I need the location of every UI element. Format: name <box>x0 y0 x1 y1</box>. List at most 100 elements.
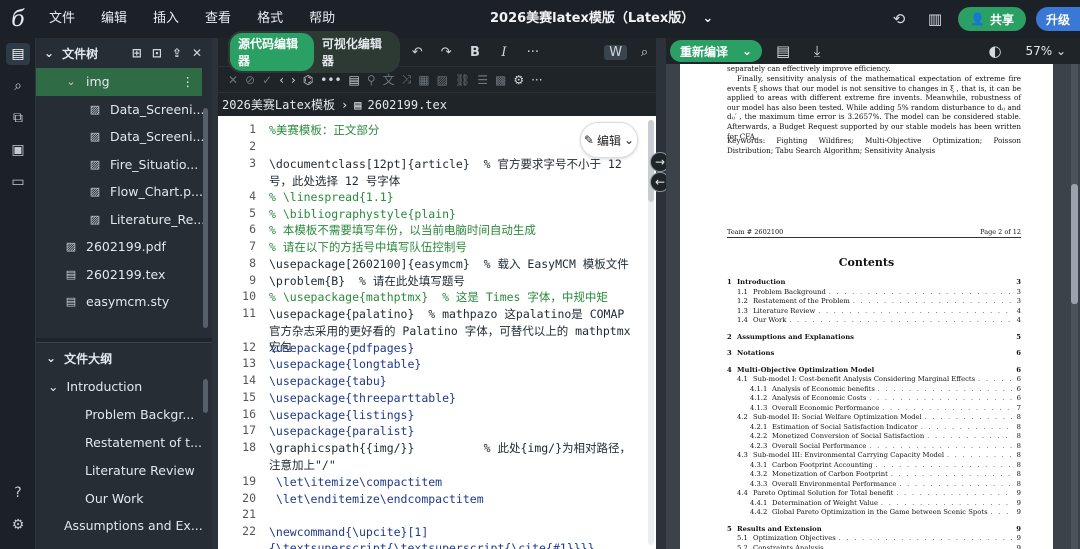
file-tree-scrollbar[interactable] <box>203 108 208 328</box>
share-button[interactable]: 👤 共享 <box>958 7 1026 31</box>
tree-item-file[interactable]: ▨ Fire_Situatio... <box>36 151 212 179</box>
toc-entry[interactable]: 4.1.1 Analysis of Economic benefits. . . … <box>750 385 1021 393</box>
table-icon[interactable]: ▦ <box>418 73 429 87</box>
visual-editor-tab[interactable]: 可视化编辑器 <box>314 33 398 71</box>
menu-file[interactable]: 文件 <box>36 0 88 38</box>
redo-icon[interactable]: ↷ <box>435 45 458 60</box>
new-folder-icon[interactable]: ⊡ <box>152 46 162 60</box>
pdf-preview[interactable]: separately can effectively improve effic… <box>666 64 1080 549</box>
toc-entry[interactable]: 1.3 Literature Review. . . . . . . . . . … <box>737 307 1021 315</box>
recompile-button[interactable]: 重新编译 ⌄ <box>670 40 763 62</box>
outline-item[interactable]: Restatement of t... <box>36 429 212 457</box>
outline-item[interactable]: Literature Review <box>36 456 212 484</box>
gear-icon[interactable]: ⚙ <box>513 73 524 87</box>
outline-item[interactable]: Problem Backgr... <box>36 401 212 429</box>
file-tree-icon[interactable]: ▤ <box>0 38 36 70</box>
toc-entry[interactable]: 4.1.3 Overall Economic Performance. . . .… <box>750 404 1021 412</box>
tree-item-file[interactable]: ▨ Data_Screeni... <box>36 123 212 151</box>
outline-item[interactable]: ⌄ Introduction <box>36 373 212 401</box>
code-area[interactable]: 1 2 3 4 5 6 7 8 9 10 11 12 13 14 15 16 1… <box>218 118 656 549</box>
source-editor-tab[interactable]: 源代码编辑器 <box>230 33 314 71</box>
more-icon[interactable]: ··· <box>531 73 542 87</box>
close-icon[interactable]: ✕ <box>228 73 238 87</box>
link-icon[interactable]: ⛓ <box>455 73 470 87</box>
toc-entry[interactable]: 4.4.1 Determination of Weight Value. . . … <box>750 499 1021 507</box>
toc-entry[interactable]: 1 Introduction 3 <box>727 278 1021 286</box>
toc-entry[interactable]: 5.2 Constraints Analysis. . . . . . . . .… <box>737 544 1021 549</box>
block-icon[interactable]: ⊘ <box>245 73 255 87</box>
robot-icon[interactable]: ⌬ <box>303 73 313 87</box>
new-file-icon[interactable]: ⊞ <box>132 46 142 60</box>
tree-item-file[interactable]: ▨ 2602199.pdf <box>36 233 212 261</box>
italic-icon[interactable]: I <box>492 45 515 60</box>
toc-entry[interactable]: 5 Results and Extension 9 <box>727 525 1021 533</box>
toc-entry[interactable]: 4.2.2 Monetized Conversion of Social Sati… <box>750 432 1021 440</box>
history-icon[interactable]: ⟲ <box>886 6 912 32</box>
more-icon[interactable]: ··· <box>521 45 544 60</box>
list-icon[interactable]: ☰ <box>477 73 488 87</box>
search-icon[interactable]: ⌕ <box>633 45 656 60</box>
toc-entry[interactable]: 5.1 Optimization Objectives. . . . . . . … <box>737 534 1021 542</box>
toc-entry[interactable]: 3 Notations 6 <box>727 349 1021 357</box>
shuffle-icon[interactable]: ⤨ <box>402 72 412 87</box>
toc-entry[interactable]: 4.1.2 Analysis of Economic Costs. . . . .… <box>750 394 1021 402</box>
toc-entry[interactable]: 1.4 Our Work. . . . . . . . . . . . . . .… <box>737 316 1021 324</box>
review-icon[interactable]: ▣ <box>0 134 36 166</box>
close-icon[interactable]: ✕ <box>192 46 202 60</box>
download-icon[interactable]: ⤓ <box>804 38 830 64</box>
translate-icon[interactable]: 文 <box>383 71 395 88</box>
menu-edit[interactable]: 编辑 <box>88 0 140 38</box>
outline-item[interactable]: Our Work <box>36 484 212 512</box>
toc-entry[interactable]: 4.2 Sub-model II: Social Welfare Optimiza… <box>737 413 1021 421</box>
toc-entry[interactable]: 4.3.1 Carbon Footprint Accounting. . . . … <box>750 461 1021 469</box>
menu-insert[interactable]: 插入 <box>140 0 192 38</box>
chevron-right-icon[interactable]: › <box>291 73 296 87</box>
toc-entry[interactable]: 4.1 Sub-model I: Cost-benefit Analysis Co… <box>737 375 1021 383</box>
toc-entry[interactable]: 1.2 Restatement of the Problem. . . . . .… <box>737 297 1021 305</box>
more-icon[interactable]: ⋮ <box>182 74 203 89</box>
check-icon[interactable]: ✓ <box>262 73 272 87</box>
toc-entry[interactable]: 4.3 Sub-model III: Environmental Carrying… <box>737 451 1021 459</box>
toc-entry[interactable]: 4.2.3 Overall Social Performance. . . . .… <box>750 442 1021 450</box>
contrast-icon[interactable]: ◐ <box>982 38 1008 64</box>
project-title-dropdown[interactable]: 2026美赛latex模版（Latex版） ⌄ <box>490 0 713 38</box>
tree-item-file[interactable]: ▨ Literature_Re... <box>36 206 212 234</box>
tree-item-file[interactable]: ▨ Flow_Chart.p... <box>36 178 212 206</box>
word-count-icon[interactable]: W <box>604 44 628 60</box>
tree-item-file[interactable]: ▤ easymcm.sty <box>36 288 212 316</box>
image-icon[interactable]: ▨ <box>437 73 448 87</box>
search-icon[interactable]: ⌕ <box>0 70 36 102</box>
grid-icon[interactable]: ▩ <box>495 73 506 87</box>
page-icon[interactable]: ▤ <box>349 73 360 87</box>
upload-icon[interactable]: ⇪ <box>172 46 182 60</box>
breadcrumb-project[interactable]: 2026美赛Latex模板 <box>222 96 335 113</box>
chevron-down-icon[interactable]: ⌄ <box>44 46 54 60</box>
toc-entry[interactable]: 1.1 Problem Background. . . . . . . . . .… <box>737 288 1021 296</box>
logs-icon[interactable]: ▤ <box>770 38 796 64</box>
breadcrumb-file[interactable]: 2602199.tex <box>368 98 447 112</box>
chat-icon[interactable]: ▭ <box>0 166 36 198</box>
pdf-scrollbar[interactable] <box>1071 64 1078 549</box>
outline-header[interactable]: ⌄ 文件大纲 <box>36 343 212 373</box>
toc-entry[interactable]: 4.4.2 Global Pareto Optimization in the G… <box>750 508 1021 516</box>
outline-item[interactable]: Assumptions and Ex... <box>36 512 212 540</box>
toc-entry[interactable]: 2 Assumptions and Explanations 5 <box>727 333 1021 341</box>
editor-pdf-divider[interactable] <box>656 38 666 549</box>
tree-item-img-folder[interactable]: ⌄ img ⋮ <box>36 68 202 96</box>
tree-item-file[interactable]: ▤ 2602199.tex <box>36 261 212 289</box>
tool-icon[interactable]: ⚲ <box>367 73 376 87</box>
layout-icon[interactable]: ▥ <box>922 6 948 32</box>
toc-entry[interactable]: 4 Multi-Objective Optimization Model 6 <box>727 366 1021 374</box>
undo-icon[interactable]: ↶ <box>406 45 429 60</box>
outline-scrollbar[interactable] <box>203 379 208 413</box>
edit-mode-pill[interactable]: ✎ 编辑 ⌄ <box>580 122 638 158</box>
bold-icon[interactable]: B <box>464 45 487 60</box>
tree-item-file[interactable]: ▨ Data_Screeni... <box>36 96 212 124</box>
toc-entry[interactable]: 4.4 Pareto Optimal Solution for Total ben… <box>737 489 1021 497</box>
zoom-dropdown[interactable]: 57% ⌄ <box>1025 38 1066 64</box>
toc-entry[interactable]: 4.3.2 Monetization of Carbon Footprint. .… <box>750 470 1021 478</box>
toc-entry[interactable]: 4.3.3 Overall Environmental Performance. … <box>750 480 1021 488</box>
toc-entry[interactable]: 4.2.1 Estimation of Social Satisfaction I… <box>750 423 1021 431</box>
gear-icon[interactable]: ⚙ <box>0 509 36 541</box>
upgrade-button[interactable]: 升级 <box>1035 7 1080 31</box>
